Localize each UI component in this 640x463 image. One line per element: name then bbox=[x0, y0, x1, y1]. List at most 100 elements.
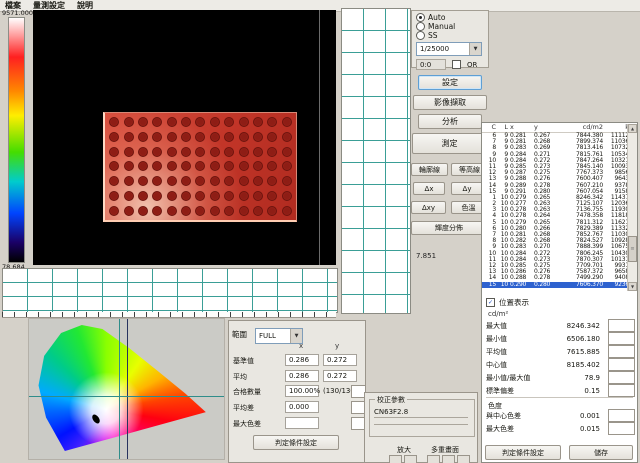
analyze-button[interactable]: 分析 bbox=[418, 114, 482, 129]
stat-label: 最大值 bbox=[486, 321, 507, 331]
average-x-field[interactable]: 0.286 bbox=[285, 370, 319, 382]
shutter-select[interactable]: 1/25000 ▼ bbox=[416, 42, 482, 56]
zoom-button-2[interactable] bbox=[404, 455, 417, 463]
calibration-panel: 校正參數 CN63F2.8 放大 多重畫面 bbox=[364, 392, 478, 463]
setup-button[interactable]: 設定 bbox=[418, 75, 482, 90]
delta-xy-button[interactable]: Δxy bbox=[411, 201, 446, 214]
stat-result-box bbox=[608, 319, 635, 332]
capture-button[interactable]: 影像擷取 bbox=[413, 95, 487, 110]
multi-screen-button-3[interactable] bbox=[457, 455, 470, 463]
chevron-down-icon[interactable]: ▼ bbox=[469, 43, 481, 55]
measurement-point bbox=[282, 117, 292, 127]
range-judge-condition-button[interactable]: 判定條件設定 bbox=[253, 435, 339, 450]
manual-radio-row[interactable]: Manual bbox=[416, 22, 484, 31]
auto-radio[interactable] bbox=[416, 13, 425, 22]
table-scrollbar[interactable]: ▲ ≡ ▼ bbox=[627, 124, 637, 291]
table-cell: 0.290 bbox=[510, 282, 534, 288]
manual-radio[interactable] bbox=[416, 22, 425, 31]
auto-radio-row[interactable]: Auto bbox=[416, 13, 484, 22]
range-panel: 範圍 FULL ▼ x y 基準值 0.286 0.272 平均 0.286 0… bbox=[228, 320, 366, 463]
measurement-point bbox=[224, 117, 234, 127]
col-c: C bbox=[484, 123, 498, 132]
color-scale-bar bbox=[8, 17, 25, 263]
reference-x-field[interactable]: 0.286 bbox=[285, 354, 319, 366]
measured-panel-image[interactable] bbox=[103, 112, 297, 222]
scroll-down-icon[interactable]: ▼ bbox=[628, 282, 637, 291]
measurement-point bbox=[224, 132, 234, 142]
gain-field[interactable]: 0:0 bbox=[416, 59, 446, 70]
measurement-point bbox=[124, 206, 134, 216]
range-select[interactable]: FULL ▼ bbox=[255, 328, 303, 344]
stat-row: 標準偏差0.15 bbox=[482, 384, 639, 397]
judge-condition-button[interactable]: 判定條件設定 bbox=[485, 445, 561, 460]
scrollbar-thumb[interactable]: ≡ bbox=[628, 236, 637, 262]
cursor-value-readout: 7.851 bbox=[416, 252, 436, 260]
average-y-field[interactable]: 0.272 bbox=[323, 370, 357, 382]
measurement-point bbox=[253, 147, 263, 157]
position-display-checkbox[interactable]: ✓ bbox=[486, 298, 495, 307]
measurement-point bbox=[138, 147, 148, 157]
measurement-point bbox=[210, 147, 220, 157]
measurement-point bbox=[210, 132, 220, 142]
or-label: OR bbox=[467, 61, 477, 69]
measurement-point bbox=[253, 191, 263, 201]
delta-x-button[interactable]: Δx bbox=[413, 182, 445, 195]
table-cell: 9236 bbox=[603, 282, 629, 288]
table-cell: 7606.370 bbox=[558, 282, 603, 288]
measurement-point bbox=[267, 161, 277, 171]
image-viewport[interactable] bbox=[33, 10, 336, 265]
measurement-point bbox=[195, 206, 205, 216]
measurement-point bbox=[224, 191, 234, 201]
position-display-row[interactable]: ✓ 位置表示 bbox=[486, 297, 529, 308]
ss-radio-row[interactable]: SS bbox=[416, 31, 484, 40]
measurement-point bbox=[239, 176, 249, 186]
measurement-point bbox=[181, 132, 191, 142]
stat-result-box bbox=[608, 371, 635, 384]
crosshair-vertical bbox=[119, 319, 120, 459]
or-checkbox[interactable] bbox=[452, 60, 461, 69]
measurement-point bbox=[224, 147, 234, 157]
stat-label: 最大色差 bbox=[486, 424, 514, 434]
measurement-point bbox=[138, 132, 148, 142]
app-window: 檔案 量測設定 說明 9571.000 78.684 7.851 Auto Ma… bbox=[0, 0, 640, 463]
measurement-point bbox=[167, 161, 177, 171]
measurement-point bbox=[167, 132, 177, 142]
measurement-point bbox=[253, 161, 263, 171]
col-x: x bbox=[510, 123, 534, 132]
vertical-profile-graph bbox=[341, 8, 411, 314]
luminance-distribution-button[interactable]: 輝度分佈 bbox=[411, 221, 487, 235]
multi-screen-button-2[interactable] bbox=[442, 455, 455, 463]
measurement-point bbox=[138, 161, 148, 171]
unit-label: cd/m² bbox=[488, 310, 508, 318]
ss-radio[interactable] bbox=[416, 31, 425, 40]
lens-entry[interactable]: CN63F2.8 bbox=[374, 408, 468, 418]
measure-button[interactable]: 測定 bbox=[412, 133, 487, 154]
stat-label: 平均值 bbox=[486, 347, 507, 357]
measurement-point bbox=[195, 147, 205, 157]
measurement-point bbox=[138, 176, 148, 186]
stat-result-box bbox=[608, 345, 635, 358]
scroll-up-icon[interactable]: ▲ bbox=[628, 124, 637, 133]
range-value: FULL bbox=[256, 332, 290, 340]
stat-row: 最小值6506.180 bbox=[482, 332, 639, 345]
chroma-stats-list: 與中心色差0.001最大色差0.015 bbox=[482, 409, 639, 435]
cursor-line[interactable] bbox=[319, 10, 320, 265]
horizontal-profile-graph bbox=[2, 268, 338, 313]
stat-result-box bbox=[608, 332, 635, 345]
cie-chromaticity-diagram[interactable] bbox=[31, 321, 219, 455]
profile-button[interactable]: 輪廓線 bbox=[411, 163, 448, 176]
measurement-point bbox=[181, 191, 191, 201]
stat-value: 0.015 bbox=[550, 425, 600, 433]
x-column-header: x bbox=[299, 342, 303, 350]
measurement-point bbox=[124, 191, 134, 201]
delta-y-button[interactable]: Δy bbox=[451, 182, 483, 195]
zoom-button-1[interactable] bbox=[389, 455, 402, 463]
measurement-point bbox=[138, 117, 148, 127]
stat-value: 7615.885 bbox=[550, 348, 600, 356]
save-button[interactable]: 儲存 bbox=[569, 445, 633, 460]
reference-y-field[interactable]: 0.272 bbox=[323, 354, 357, 366]
table-row[interactable]: 15100.2900.2807606.3709236 bbox=[482, 282, 637, 288]
multi-screen-button-1[interactable] bbox=[427, 455, 440, 463]
table-cell: 0.280 bbox=[534, 282, 558, 288]
chevron-down-icon[interactable]: ▼ bbox=[290, 329, 302, 343]
